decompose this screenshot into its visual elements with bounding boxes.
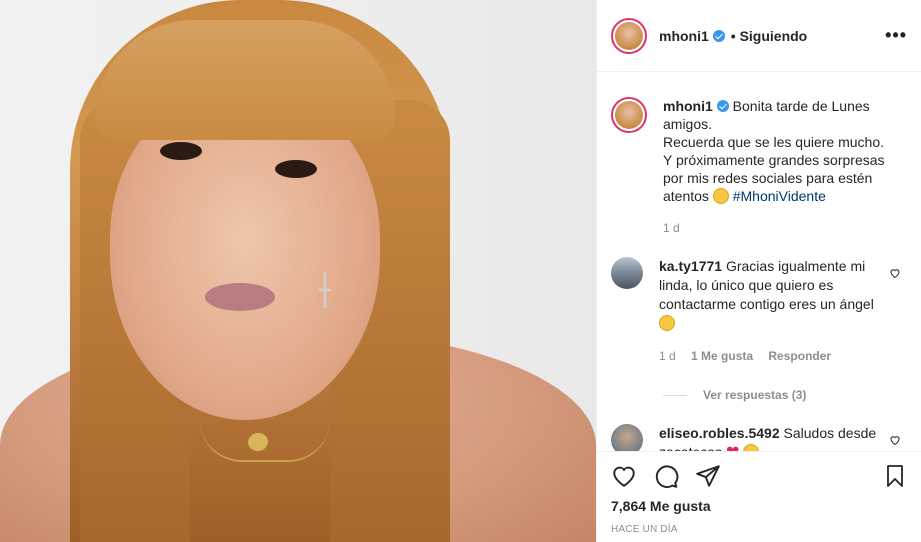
commenter-avatar[interactable] [611, 424, 643, 451]
post-timestamp: HACE UN DÍA [611, 524, 678, 535]
view-replies-label: Ver respuestas (3) [703, 388, 807, 402]
comment-time: 1 d [659, 349, 676, 363]
action-icons-bar [611, 452, 907, 500]
commenter-username[interactable]: ka.ty1771 [659, 258, 722, 274]
replies-divider [663, 394, 687, 396]
comment-meta: 1 d 1 Me gusta Responder [659, 347, 879, 366]
angel-emoji-icon [659, 315, 675, 331]
comment-item: ka.ty1771 Gracias igualmente mi linda, l… [597, 257, 921, 366]
photo-eye-right [275, 160, 317, 178]
save-bookmark-icon[interactable] [883, 463, 907, 489]
wink-emoji-icon [712, 188, 729, 204]
following-button[interactable]: • Siguiendo [731, 28, 807, 44]
post-header: mhoni1 • Siguiendo ••• [597, 0, 921, 72]
reply-button[interactable]: Responder [768, 349, 831, 363]
heart-eyes-emoji-icon [743, 444, 760, 451]
comment-like-heart-icon[interactable] [889, 434, 901, 446]
avatar[interactable] [611, 17, 647, 54]
post-image[interactable] [0, 0, 596, 542]
photo-eye-left [160, 142, 202, 160]
commenter-username[interactable]: eliseo.robles.5492 [659, 425, 780, 441]
comments-list[interactable]: mhoni1 Bonita tarde de Lunes amigos. Rec… [597, 73, 921, 451]
verified-badge-icon [712, 29, 725, 42]
caption-avatar[interactable] [611, 97, 647, 133]
commenter-avatar[interactable] [611, 257, 643, 289]
comment-bubble-icon[interactable] [653, 463, 679, 489]
more-options-icon[interactable]: ••• [885, 25, 907, 46]
comment-like-heart-icon[interactable] [889, 267, 901, 279]
view-replies-button[interactable]: Ver respuestas (3) [663, 388, 921, 402]
caption-username[interactable]: mhoni1 [663, 98, 713, 114]
photo-bangs [95, 20, 395, 140]
share-send-icon[interactable] [695, 463, 721, 489]
verified-badge-icon [716, 100, 729, 112]
hashtag-link[interactable]: #MhoniVidente [733, 188, 826, 204]
author-username[interactable]: mhoni1 [659, 28, 709, 44]
like-heart-icon[interactable] [611, 463, 637, 489]
red-heart-emoji-icon: ❤ [726, 444, 739, 451]
post-caption: mhoni1 Bonita tarde de Lunes amigos. Rec… [597, 73, 921, 237]
photo-lips [205, 283, 275, 311]
caption-time: 1 d [663, 221, 680, 235]
likes-count[interactable]: 7,864 Me gusta [611, 498, 907, 514]
comment-likes[interactable]: 1 Me gusta [691, 349, 753, 363]
post-side-panel: mhoni1 • Siguiendo ••• mhoni1 Bonita tar… [596, 0, 921, 542]
cross-earring-icon [319, 272, 331, 308]
comment-item: eliseo.robles.5492 Saludos desde zacatec… [597, 424, 921, 451]
post-actions: 7,864 Me gusta HACE UN DÍA [597, 451, 921, 535]
